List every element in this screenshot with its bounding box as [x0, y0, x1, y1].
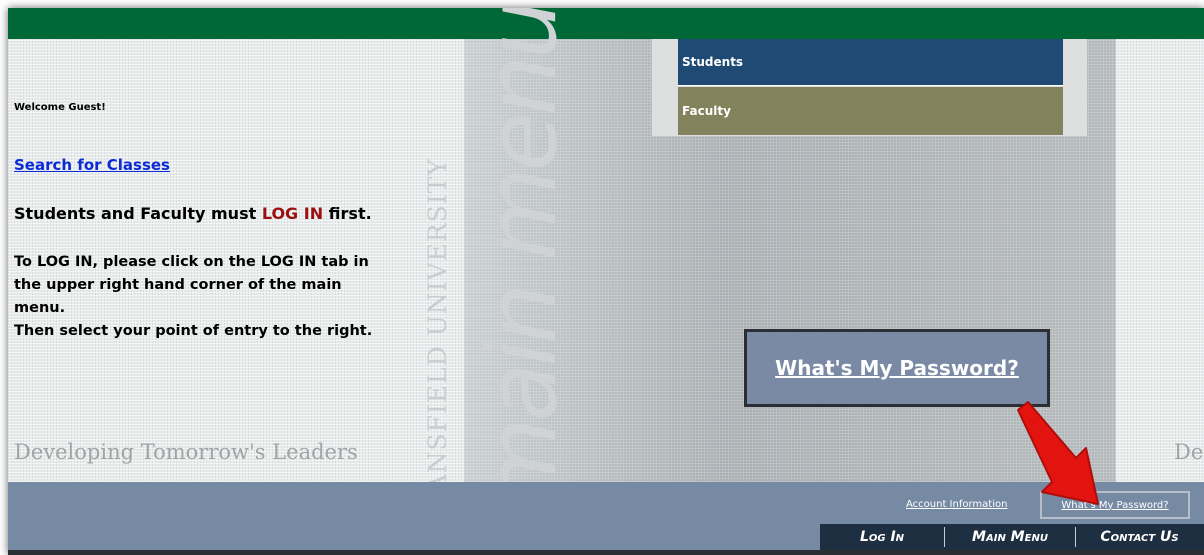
welcome-message: Welcome Guest!	[14, 102, 106, 113]
bottom-strip	[8, 550, 1204, 555]
login-notice-highlight: LOG IN	[261, 204, 324, 223]
login-notice-before: Students and Faculty must	[14, 204, 262, 223]
main-nav: Log In Main Menu Contact Us	[820, 524, 1204, 550]
university-vertical-text: MANSFIELD UNIVERSITY	[423, 158, 452, 519]
tagline: Developing Tomorrow's Leaders	[14, 440, 358, 464]
tagline-repeat: De	[1174, 440, 1204, 464]
faculty-button[interactable]: Faculty	[678, 87, 1063, 135]
role-selection-panel: Students Faculty	[652, 39, 1087, 136]
app-window: MANSFIELD UNIVERSITY main menu Welcome G…	[8, 8, 1204, 555]
whats-my-password-callout-link[interactable]: What's My Password?	[775, 356, 1019, 380]
whats-my-password-callout: What's My Password?	[744, 329, 1050, 407]
nav-contact-us[interactable]: Contact Us	[1076, 524, 1203, 550]
instruction-line: Then select your point of entry to the r…	[14, 323, 373, 339]
nav-log-in[interactable]: Log In	[820, 524, 944, 550]
top-bar	[8, 8, 1204, 39]
login-instructions: To LOG IN, please click on the LOG IN ta…	[14, 251, 409, 343]
instruction-line: menu.	[14, 300, 66, 316]
students-button[interactable]: Students	[678, 39, 1063, 86]
login-notice: Students and Faculty must LOG IN first.	[14, 204, 372, 223]
login-notice-after: first.	[323, 204, 372, 223]
account-information-link[interactable]: Account Information	[906, 499, 1007, 510]
nav-main-menu[interactable]: Main Menu	[945, 524, 1075, 550]
red-arrow-icon	[1017, 401, 1099, 505]
main-menu-vertical-text: main menu	[466, 8, 578, 511]
instruction-line: To LOG IN, please click on the LOG IN ta…	[14, 254, 369, 270]
instruction-line: the upper right hand corner of the main	[14, 277, 342, 293]
search-classes-link[interactable]: Search for Classes	[14, 156, 170, 174]
